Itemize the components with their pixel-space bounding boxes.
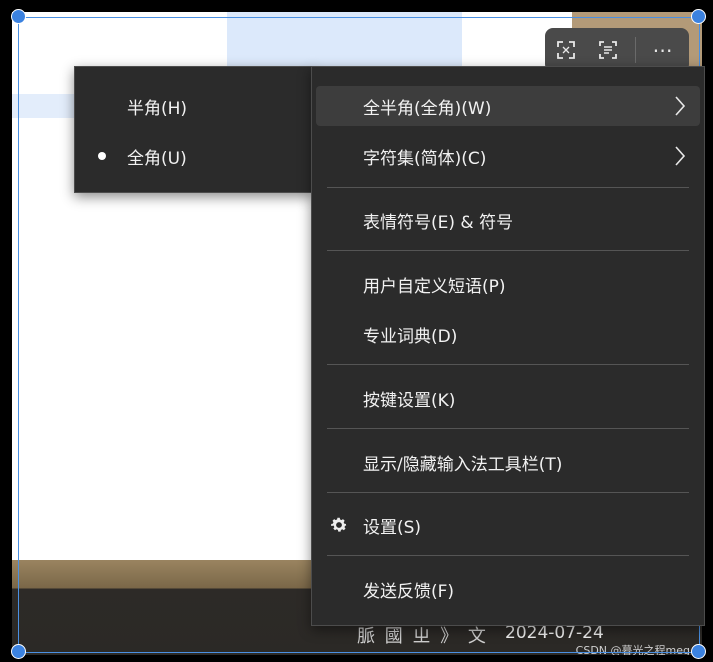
menu-separator xyxy=(327,187,689,188)
menu-separator xyxy=(327,364,689,365)
menu-item-label: 发送反馈(F) xyxy=(363,581,455,602)
resize-handle-bottom-right[interactable] xyxy=(691,644,706,659)
menu-separator xyxy=(327,555,689,556)
menu-item-label: 全半角(全角)(W) xyxy=(363,98,492,119)
menu-separator xyxy=(327,250,689,251)
selected-dot-icon xyxy=(98,152,106,160)
expand-icon xyxy=(557,41,575,59)
menu-item-label: 专业词典(D) xyxy=(363,326,458,347)
menu-item-charset[interactable]: 字符集(简体)(C) xyxy=(312,136,704,176)
menu-item-key-settings[interactable]: 按键设置(K) xyxy=(312,378,704,418)
watermark: CSDN @暮光之程meg xyxy=(575,644,690,655)
gear-icon xyxy=(331,517,347,532)
toolbar-separator xyxy=(635,37,636,63)
resize-handle-top-left[interactable] xyxy=(11,9,26,24)
scan-text-icon xyxy=(599,41,617,59)
menu-item-label: 用户自定义短语(P) xyxy=(363,276,506,297)
submenu-item-half-width[interactable]: 半角(H) xyxy=(75,86,313,126)
menu-item-dictionary[interactable]: 专业词典(D) xyxy=(312,314,704,354)
menu-item-label: 字符集(简体)(C) xyxy=(363,148,487,169)
menu-item-label: 设置(S) xyxy=(363,517,422,538)
background-blue-block xyxy=(227,12,462,74)
width-submenu: 半角(H) 全角(U) xyxy=(74,66,314,193)
submenu-item-label: 全角(U) xyxy=(127,148,187,169)
menu-item-label: 按键设置(K) xyxy=(363,390,456,411)
submenu-item-label: 半角(H) xyxy=(127,98,188,119)
menu-item-emoji-symbols[interactable]: 表情符号(E) & 符号 xyxy=(312,200,704,240)
ime-context-menu: 全半角(全角)(W) 字符集(简体)(C) 表情符号(E) & 符号 用户自定义… xyxy=(311,66,705,626)
menu-item-toggle-toolbar[interactable]: 显示/隐藏输入法工具栏(T) xyxy=(312,442,704,482)
chevron-right-icon xyxy=(675,146,686,166)
menu-item-label: 显示/隐藏输入法工具栏(T) xyxy=(363,454,563,475)
background-date: 2024-07-24 xyxy=(505,623,604,643)
menu-item-label: 表情符号(E) & 符号 xyxy=(363,212,514,233)
more-icon: ⋯ xyxy=(652,38,674,62)
resize-handle-top-right[interactable] xyxy=(691,9,706,24)
resize-handle-bottom-left[interactable] xyxy=(11,644,26,659)
submenu-item-full-width[interactable]: 全角(U) xyxy=(75,136,313,176)
menu-item-custom-phrases[interactable]: 用户自定义短语(P) xyxy=(312,264,704,304)
menu-item-settings[interactable]: 设置(S) xyxy=(312,505,704,545)
menu-item-full-half-width[interactable]: 全半角(全角)(W) xyxy=(316,86,700,126)
menu-separator xyxy=(327,492,689,493)
menu-separator xyxy=(327,428,689,429)
menu-item-send-feedback[interactable]: 发送反馈(F) xyxy=(312,569,704,609)
chevron-right-icon xyxy=(675,96,686,116)
